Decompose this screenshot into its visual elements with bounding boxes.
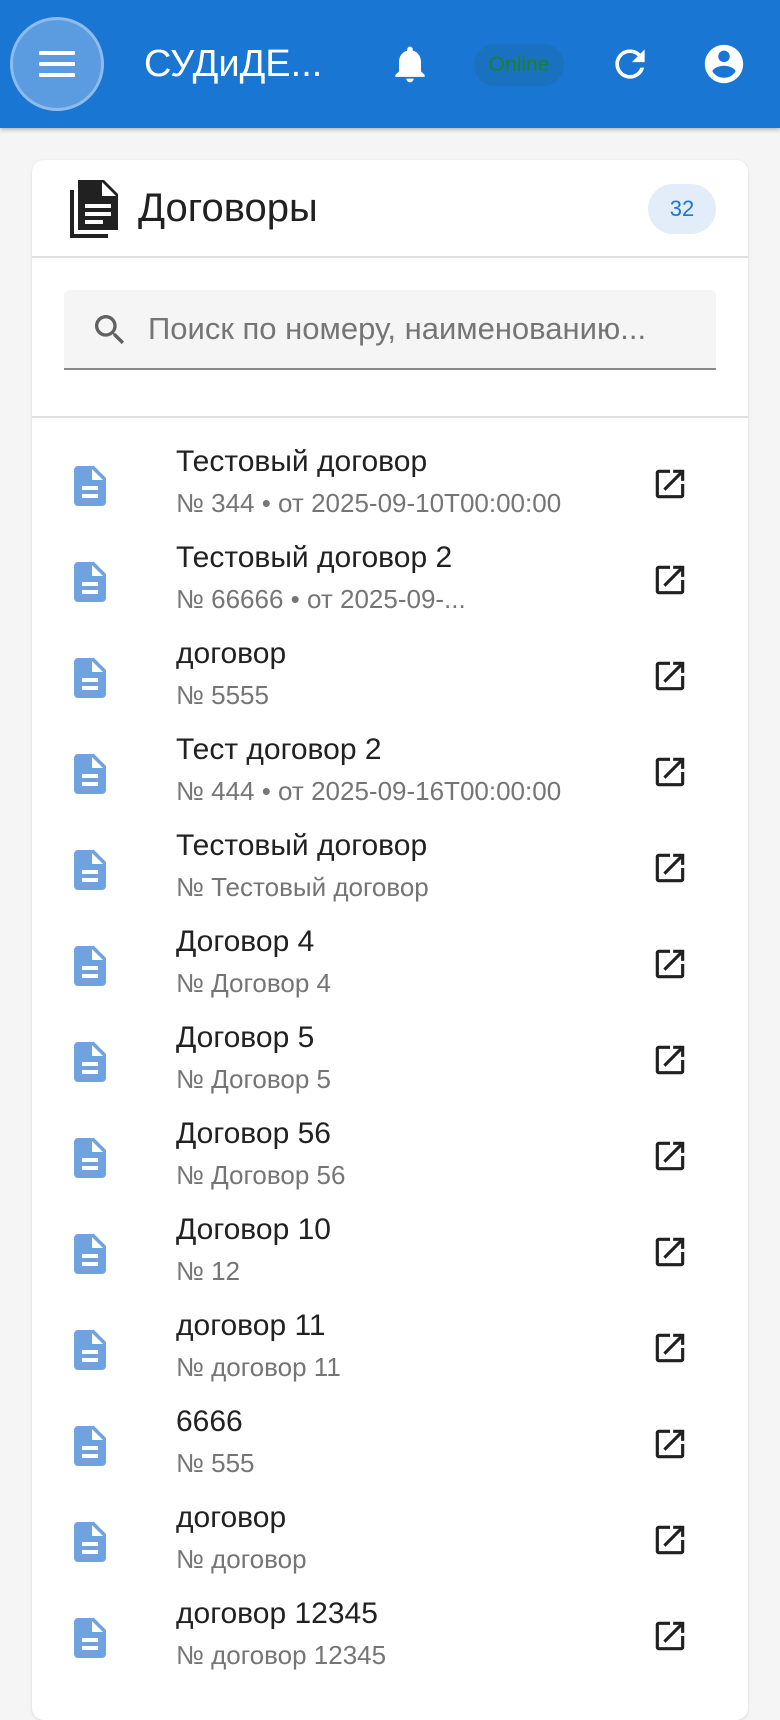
- list-item[interactable]: договор 11 № договор 11: [32, 1302, 748, 1398]
- list-item[interactable]: договор 12345 № договор 12345: [32, 1590, 748, 1686]
- item-title: Тестовый договор: [176, 829, 428, 862]
- open-in-new-icon: [655, 1141, 685, 1171]
- app-title: СУДиДЕ...: [144, 43, 323, 85]
- item-title: 6666: [176, 1405, 243, 1438]
- refresh-button[interactable]: [604, 38, 656, 90]
- item-subtitle: № Договор 56: [176, 1160, 346, 1190]
- account-circle-icon: [704, 44, 744, 84]
- contracts-card: Договоры 32 Тестовый договор № 344 • от 2…: [32, 160, 748, 1720]
- description-icon: [74, 1330, 106, 1370]
- list-item[interactable]: Тестовый договор № 344 • от 2025-09-10T00…: [32, 438, 748, 534]
- item-title: договор: [176, 1501, 287, 1534]
- description-icon: [74, 1138, 106, 1178]
- description-icon: [74, 658, 106, 698]
- open-button[interactable]: [648, 1422, 692, 1466]
- page-title: Договоры: [138, 186, 318, 230]
- item-subtitle: № Договор 5: [176, 1064, 331, 1094]
- open-button[interactable]: [648, 942, 692, 986]
- item-title: Договор 5: [176, 1021, 315, 1054]
- item-title: договор 11: [176, 1309, 326, 1342]
- description-icon: [74, 1426, 106, 1466]
- description-icon: [74, 466, 106, 506]
- item-title: Договор 56: [176, 1117, 331, 1150]
- description-icon: [74, 850, 106, 890]
- description-icon: [74, 1522, 106, 1562]
- list-item[interactable]: 6666 № 555: [32, 1398, 748, 1494]
- item-title: Договор 4: [176, 925, 315, 958]
- open-in-new-icon: [655, 1237, 685, 1267]
- open-in-new-icon: [655, 565, 685, 595]
- notifications-button[interactable]: [384, 38, 436, 90]
- item-subtitle: № 555: [176, 1448, 255, 1478]
- item-subtitle: № Тестовый договор: [176, 872, 429, 902]
- count-badge: 32: [648, 184, 716, 234]
- description-icon: [74, 1042, 106, 1082]
- list-item[interactable]: Тестовый договор 2 № 66666 • от 2025-09-.…: [32, 534, 748, 630]
- open-button[interactable]: [648, 558, 692, 602]
- item-subtitle: № договор 11: [176, 1352, 341, 1382]
- open-in-new-icon: [655, 1045, 685, 1075]
- list-item[interactable]: Договор 4 № Договор 4: [32, 918, 748, 1014]
- open-in-new-icon: [655, 1429, 685, 1459]
- menu-button[interactable]: [10, 17, 104, 111]
- search-field[interactable]: [64, 290, 716, 370]
- open-button[interactable]: [648, 462, 692, 506]
- item-title: договор 12345: [176, 1597, 378, 1630]
- item-title: договор: [176, 637, 287, 670]
- item-subtitle: № 444 • от 2025-09-16T00:00:00: [176, 776, 562, 806]
- open-button[interactable]: [648, 1230, 692, 1274]
- list-item[interactable]: Договор 5 № Договор 5: [32, 1014, 748, 1110]
- account-button[interactable]: [698, 38, 750, 90]
- open-button[interactable]: [648, 750, 692, 794]
- search-input[interactable]: [148, 290, 704, 368]
- description-icon: [74, 754, 106, 794]
- open-button[interactable]: [648, 654, 692, 698]
- description-icon: [74, 562, 106, 602]
- description-icon: [74, 1618, 106, 1658]
- open-in-new-icon: [655, 757, 685, 787]
- open-in-new-icon: [655, 949, 685, 979]
- list-item[interactable]: Договор 10 № 12: [32, 1206, 748, 1302]
- description-icon: [74, 1234, 106, 1274]
- open-button[interactable]: [648, 846, 692, 890]
- search-icon: [95, 315, 125, 345]
- open-in-new-icon: [655, 1333, 685, 1363]
- open-in-new-icon: [655, 469, 685, 499]
- list-item[interactable]: Тест договор 2 № 444 • от 2025-09-16T00:0…: [32, 726, 748, 822]
- search-section: [32, 260, 748, 418]
- item-subtitle: № 66666 • от 2025-09-...: [176, 584, 466, 614]
- list-item[interactable]: Тестовый договор № Тестовый договор: [32, 822, 748, 918]
- open-in-new-icon: [655, 853, 685, 883]
- bell-icon: [395, 46, 425, 83]
- card-header: Договоры 32: [32, 160, 748, 258]
- menu-icon: [39, 51, 75, 77]
- item-subtitle: № 12: [176, 1256, 241, 1286]
- open-button[interactable]: [648, 1614, 692, 1658]
- open-in-new-icon: [655, 1621, 685, 1651]
- status-badge: Online: [474, 44, 564, 86]
- document-stack-icon: [70, 180, 118, 238]
- list-item[interactable]: договор № 5555: [32, 630, 748, 726]
- open-button[interactable]: [648, 1518, 692, 1562]
- open-in-new-icon: [655, 661, 685, 691]
- item-title: Тестовый договор 2: [176, 541, 453, 574]
- item-subtitle: № Договор 4: [176, 968, 331, 998]
- open-button[interactable]: [648, 1134, 692, 1178]
- item-subtitle: № 5555: [176, 680, 269, 710]
- item-title: Тестовый договор: [176, 445, 428, 478]
- refresh-icon: [615, 49, 645, 79]
- item-subtitle: № договор 12345: [176, 1640, 387, 1670]
- list-item[interactable]: Договор 56 № Договор 56: [32, 1110, 748, 1206]
- item-title: Договор 10: [176, 1213, 331, 1246]
- item-title: Тест договор 2: [176, 733, 382, 766]
- description-icon: [74, 946, 106, 986]
- item-subtitle: № договор: [176, 1544, 307, 1574]
- item-subtitle: № 344 • от 2025-09-10T00:00:00: [176, 488, 562, 518]
- list-item[interactable]: договор № договор: [32, 1494, 748, 1590]
- open-in-new-icon: [655, 1525, 685, 1555]
- open-button[interactable]: [648, 1326, 692, 1370]
- open-button[interactable]: [648, 1038, 692, 1082]
- app-bar: СУДиДЕ... Online: [0, 0, 780, 128]
